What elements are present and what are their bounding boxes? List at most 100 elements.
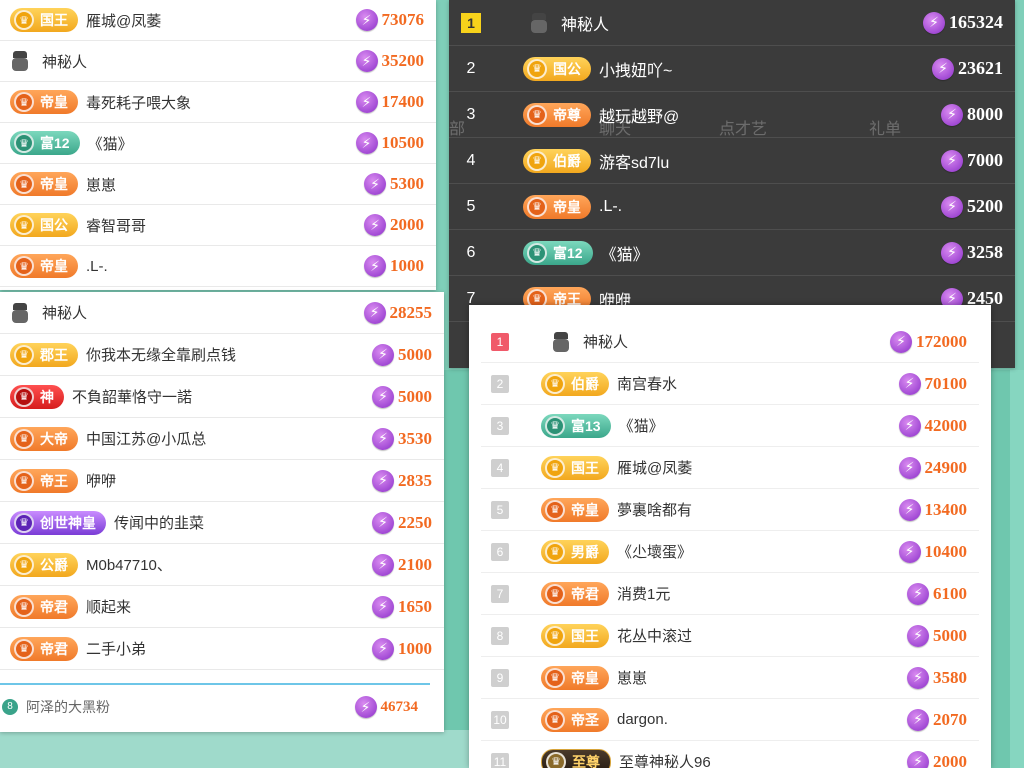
score-value: 6100 [933,583,967,603]
leaderboard-row[interactable]: ♛ 国公 睿智哥哥 ⚡ 2000 [0,205,436,246]
rank-number: 4 [466,151,476,169]
leaderboard-row[interactable]: 4 ♛ 国王 雁城@凤萎 ⚡ 24900 [481,447,979,489]
lightning-bolt-icon: ⚡ [923,11,945,34]
leaderboard-row[interactable]: 8 ♛ 国王 花丛中滚过 ⚡ 5000 [481,615,979,657]
rank-badge: ♛ 帝皇 [10,254,78,278]
rank-badge: ♛ 帝皇 [523,194,591,219]
user-name: 消费1元 [617,586,671,603]
user-name: 雁城@凤萎 [86,12,162,30]
score-value: 1000 [398,638,432,658]
leaderboard-row[interactable]: ♛ 富12 《猫》 ⚡ 10500 [0,123,436,164]
user-name: 神秘人 [42,53,88,71]
rank-badge-label: 帝尊 [553,106,581,123]
leaderboard-row[interactable]: ♛ 公爵 M0b47710、 ⚡ 2100 [0,544,444,586]
rank-badge: ♛ 公爵 [10,552,78,577]
score-value: 17400 [381,92,425,111]
rank-badge: ♛ 国王 [541,455,609,480]
leaderboard-row[interactable]: 神秘人 ⚡ 35200 [0,41,436,82]
rank-emblem-icon: ♛ [545,373,565,394]
user-name: 神秘人 [42,305,88,322]
rank-badge: ♛ 帝君 [10,594,78,619]
lightning-bolt-icon: ⚡ [355,9,378,31]
rank-emblem-icon: ♛ [545,415,565,436]
leaderboard-row[interactable]: ♛ 帝君 二手小弟 ⚡ 1000 [0,628,444,670]
lightning-bolt-icon: ⚡ [372,595,394,618]
mystery-avatar-icon [10,302,30,323]
user-name: 你我本无缘全靠刷点钱 [86,347,237,364]
score-value: 2070 [933,709,967,729]
user-name: 崽崽 [617,670,648,687]
leaderboard-row[interactable]: 4 ♛ 伯爵 游客sd7lu ⚡ 7000 [449,138,1015,184]
rank-emblem-icon: ♛ [14,133,34,153]
leaderboard-row[interactable]: ♛ 郡王 你我本无缘全靠刷点钱 ⚡ 5000 [0,334,444,376]
user-name: 花丛中滚过 [617,628,693,645]
leaderboard-row[interactable]: ♛ 大帝 中国江苏@小瓜总 ⚡ 3530 [0,418,444,460]
my-score: 46734 [380,698,419,715]
lightning-bolt-icon: ⚡ [907,708,929,731]
leaderboard-row[interactable]: 3 ♛ 帝尊 越玩越野@ ⚡ 8000 [449,92,1015,138]
leaderboard-row[interactable]: 1 神秘人 ⚡ 165324 [449,0,1015,46]
leaderboard-row[interactable]: 神秘人 ⚡ 28255 [0,292,444,334]
rank-badge-label: 帝皇 [571,669,599,686]
user-name: 游客sd7lu [599,154,670,172]
rank-badge-label: 国公 [40,217,68,233]
rank-badge-label: 郡王 [40,346,68,363]
leaderboard-row[interactable]: ♛ 帝皇 崽崽 ⚡ 5300 [0,164,436,205]
rank-emblem-icon: ♛ [545,583,565,604]
leaderboard-row[interactable]: ♛ 帝皇 .L-. ⚡ 1000 [0,246,436,287]
user-name: 《猫》 [600,246,649,264]
leaderboard-row[interactable]: ♛ 帝君 顺起来 ⚡ 1650 [0,586,444,628]
score-value: 2100 [398,554,432,574]
leaderboard-row[interactable]: 3 ♛ 富13 《猫》 ⚡ 42000 [481,405,979,447]
rank-badge: ♛ 神 [10,384,64,409]
leaderboard-row[interactable]: ♛ 创世神皇 传闻中的韭菜 ⚡ 2250 [0,502,444,544]
rank-badge-label: 富13 [571,417,601,434]
rank-badge: ♛ 国王 [541,623,609,648]
rank-badge: ♛ 国公 [523,56,591,81]
rank-emblem-icon: ♛ [14,10,34,30]
rank-number: 6 [466,243,476,261]
leaderboard-row[interactable]: 2 ♛ 伯爵 南宫春水 ⚡ 70100 [481,363,979,405]
rank-emblem-icon: ♛ [527,150,547,171]
leaderboard-row[interactable]: 5 ♛ 帝皇 .L-. ⚡ 5200 [449,184,1015,230]
leaderboard-row[interactable]: ♛ 国王 雁城@凤萎 ⚡ 73076 [0,0,436,41]
user-name: 神秘人 [561,16,610,34]
rank-emblem-icon: ♛ [14,215,34,235]
lightning-bolt-icon: ⚡ [932,57,954,80]
my-rank-row[interactable]: 8 阿泽的大黑粉 ⚡ 46734 [0,683,430,729]
score-value: 2250 [398,512,432,532]
leaderboard-row[interactable]: 5 ♛ 帝皇 夢裏啥都有 ⚡ 13400 [481,489,979,531]
rank-number: 11 [491,752,509,768]
rank-emblem-icon: ♛ [546,751,566,768]
rank-badge: ♛ 伯爵 [541,371,609,396]
leaderboard-row[interactable]: 6 ♛ 富12 《猫》 ⚡ 3258 [449,230,1015,276]
rank-badge-label: 帝君 [40,640,68,657]
leaderboard-row[interactable]: ♛ 神不負韶華恪守一諾 ⚡ 5000 [0,376,444,418]
rank-emblem-icon: ♛ [14,92,34,112]
score-value: 2000 [390,215,424,234]
leaderboard-row[interactable]: 9 ♛ 帝皇 崽崽 ⚡ 3580 [481,657,979,699]
lightning-bolt-icon: ⚡ [372,469,394,492]
rank-number: 1 [449,12,493,33]
rank-badge: ♛ 帝皇 [541,665,609,690]
leaderboard-row[interactable]: 11 ♛ 至尊 至尊神秘人96 ⚡ 2000 [481,741,979,768]
rank-badge-label: 帝王 [40,472,68,489]
leaderboard-row[interactable]: 2 ♛ 国公 小拽妞吖~ ⚡ 23621 [449,46,1015,92]
user-name: 夢裏啥都有 [617,502,693,519]
leaderboard-row[interactable]: 7 ♛ 帝君 消费1元 ⚡ 6100 [481,573,979,615]
leaderboard-panel-top-left: ♛ 国王 雁城@凤萎 ⚡ 73076 神秘人 ⚡ 35200 ♛ 帝皇 毒死耗子喂大象 ⚡ 17400 ♛… [0,0,436,290]
leaderboard-row[interactable]: 1 神秘人 ⚡ 172000 [481,321,979,363]
leaderboard-row[interactable]: 6 ♛ 男爵 《尐壞蛋》 ⚡ 10400 [481,531,979,573]
leaderboard-row[interactable]: ♛ 帝皇 毒死耗子喂大象 ⚡ 17400 [0,82,436,123]
rank-number: 9 [491,668,509,687]
rank-badge: ♛ 大帝 [10,426,78,451]
score-value: 3580 [933,667,967,687]
score-value: 5000 [933,625,967,645]
user-name: 神秘人 [583,334,629,351]
leaderboard-row[interactable]: ♛ 帝王 咿咿 ⚡ 2835 [0,460,444,502]
lightning-bolt-icon: ⚡ [907,750,929,768]
rank-badge: ♛ 帝君 [10,636,78,661]
rank-badge-label: 伯爵 [553,152,581,169]
rank-number: 6 [491,542,509,561]
leaderboard-row[interactable]: 10 ♛ 帝圣 dargon. ⚡ 2070 [481,699,979,741]
